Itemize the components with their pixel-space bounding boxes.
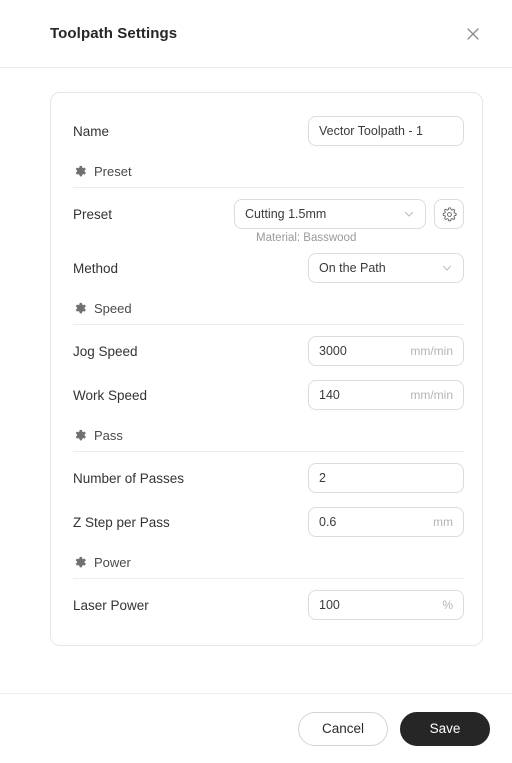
z-step-per-pass-row: Z Step per Pass 0.6 mm — [73, 500, 464, 544]
settings-card: Name Vector Toolpath - 1 Preset Preset C… — [50, 92, 483, 646]
preset-select[interactable]: Cutting 1.5mm — [234, 199, 426, 229]
section-divider-power — [73, 578, 464, 579]
z-step-per-pass-control: 0.6 mm — [308, 507, 464, 537]
preset-helper-row: Material: Basswood — [73, 232, 464, 244]
laser-power-row: Laser Power 100 % — [73, 583, 464, 627]
z-step-per-pass-unit: mm — [433, 515, 453, 529]
dialog-header: Toolpath Settings — [0, 0, 512, 68]
number-of-passes-value: 2 — [319, 471, 326, 485]
preset-select-value: Cutting 1.5mm — [245, 207, 327, 221]
laser-power-control: 100 % — [308, 590, 464, 620]
gear-icon — [74, 556, 87, 569]
cancel-button[interactable]: Cancel — [298, 711, 388, 746]
jog-speed-row: Jog Speed 3000 mm/min — [73, 329, 464, 373]
jog-speed-input[interactable]: 3000 mm/min — [308, 336, 464, 366]
preset-settings-button[interactable] — [434, 199, 464, 229]
laser-power-label: Laser Power — [73, 597, 149, 613]
section-header-speed: Speed — [73, 290, 464, 324]
section-label-power: Power — [94, 555, 131, 570]
gear-icon — [74, 165, 87, 178]
toolpath-settings-dialog: Toolpath Settings Name Vector Toolpath -… — [0, 0, 512, 763]
section-divider-preset — [73, 187, 464, 188]
laser-power-unit: % — [442, 598, 453, 612]
preset-label: Preset — [73, 206, 113, 222]
section-header-power: Power — [73, 544, 464, 578]
jog-speed-label: Jog Speed — [73, 343, 138, 359]
laser-power-input[interactable]: 100 % — [308, 590, 464, 620]
z-step-per-pass-value: 0.6 — [319, 515, 337, 529]
section-label-pass: Pass — [94, 428, 123, 443]
laser-power-value: 100 — [319, 598, 340, 612]
number-of-passes-input[interactable]: 2 — [308, 463, 464, 493]
method-label: Method — [73, 260, 119, 276]
section-divider-speed — [73, 324, 464, 325]
section-divider-pass — [73, 451, 464, 452]
name-input[interactable]: Vector Toolpath - 1 — [308, 116, 464, 146]
section-header-pass: Pass — [73, 417, 464, 451]
method-select[interactable]: On the Path — [308, 253, 464, 283]
section-header-preset: Preset — [73, 153, 464, 187]
number-of-passes-row: Number of Passes 2 — [73, 456, 464, 500]
work-speed-control: 140 mm/min — [308, 380, 464, 410]
work-speed-unit: mm/min — [410, 388, 453, 402]
number-of-passes-label: Number of Passes — [73, 470, 185, 486]
work-speed-input[interactable]: 140 mm/min — [308, 380, 464, 410]
name-label: Name — [73, 123, 110, 139]
chevron-down-icon — [441, 262, 453, 274]
save-button[interactable]: Save — [400, 711, 490, 746]
name-control: Vector Toolpath - 1 — [308, 116, 464, 146]
work-speed-row: Work Speed 140 mm/min — [73, 373, 464, 417]
chevron-down-icon — [403, 208, 415, 220]
gear-icon — [442, 206, 457, 222]
material-helper-text: Material: Basswood — [256, 232, 357, 244]
work-speed-label: Work Speed — [73, 387, 148, 403]
method-row: Method On the Path — [73, 246, 464, 290]
preset-control: Cutting 1.5mm — [234, 199, 464, 229]
close-icon[interactable] — [460, 21, 486, 47]
gear-icon — [74, 302, 87, 315]
jog-speed-unit: mm/min — [410, 344, 453, 358]
method-select-value: On the Path — [319, 261, 386, 275]
name-row: Name Vector Toolpath - 1 — [73, 109, 464, 153]
section-label-speed: Speed — [94, 301, 132, 316]
gear-icon — [74, 429, 87, 442]
page-title: Toolpath Settings — [50, 25, 178, 42]
work-speed-value: 140 — [319, 388, 340, 402]
section-label-preset: Preset — [94, 164, 132, 179]
preset-row: Preset Cutting 1.5mm — [73, 192, 464, 236]
z-step-per-pass-input[interactable]: 0.6 mm — [308, 507, 464, 537]
jog-speed-value: 3000 — [319, 344, 347, 358]
method-control: On the Path — [308, 253, 464, 283]
jog-speed-control: 3000 mm/min — [308, 336, 464, 366]
z-step-per-pass-label: Z Step per Pass — [73, 514, 170, 530]
dialog-body: Name Vector Toolpath - 1 Preset Preset C… — [0, 68, 512, 693]
name-input-value: Vector Toolpath - 1 — [319, 124, 424, 138]
dialog-footer: Cancel Save — [0, 693, 512, 763]
number-of-passes-control: 2 — [308, 463, 464, 493]
